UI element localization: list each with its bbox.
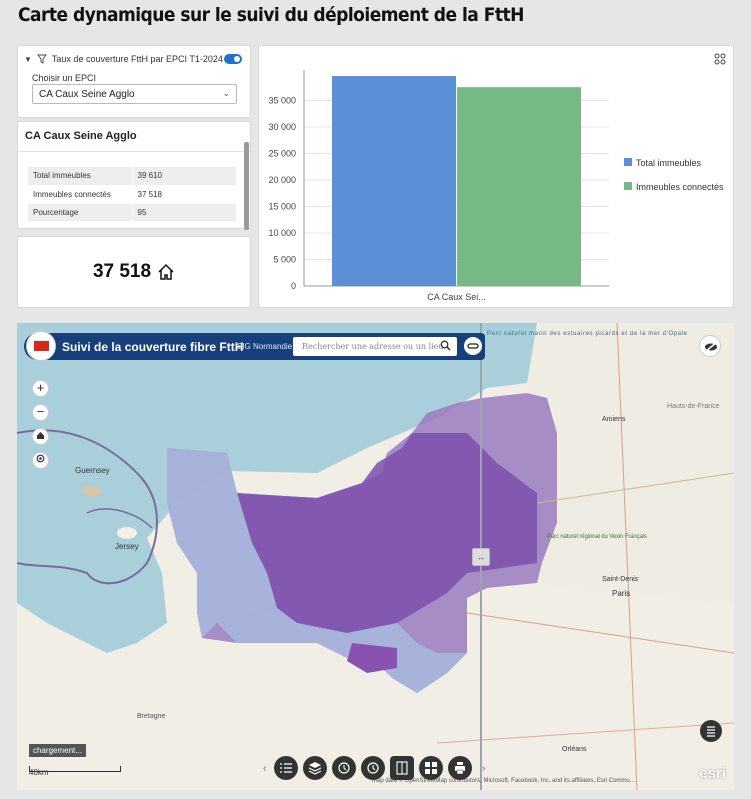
loading-indicator: chargement... [29, 744, 86, 757]
epci-details-panel: CA Caux Seine Agglo Total immeubles 39 6… [17, 121, 251, 230]
locate-button[interactable] [32, 452, 49, 469]
row-label: Immeubles connectés [28, 185, 133, 204]
layers-icon [308, 762, 322, 775]
y-tick-label: 5 000 [273, 255, 296, 265]
y-tick-label: 15 000 [268, 202, 296, 212]
table-row: Pourcentage 95 [28, 203, 236, 222]
chevron-down-icon: ⌄ [222, 88, 230, 98]
swipe-icon [396, 761, 408, 775]
filter-icon [37, 54, 47, 64]
row-value: 37 518 [132, 185, 236, 204]
app-title: Suivi de la couverture fibre FttH [62, 340, 244, 354]
x-tick-label: CA Caux Sei... [427, 292, 486, 302]
map-label-vexin: Parc naturel régional du Vexin Français [547, 534, 647, 540]
page: Carte dynamique sur le suivi du déploiem… [0, 0, 751, 799]
y-tick-label: 35 000 [268, 96, 296, 106]
history-icon [338, 762, 350, 774]
filter-toggle[interactable] [224, 54, 242, 64]
zoom-in-button[interactable]: + [32, 380, 49, 397]
legend-label[interactable]: Immeubles connectés [636, 182, 724, 192]
y-tick-label: 10 000 [268, 228, 296, 238]
map-label-paris: Paris [612, 589, 630, 598]
row-value: 95 [132, 203, 236, 222]
map-label-hauts-de-france: Hauts-de-France [667, 403, 720, 410]
search-icon[interactable] [440, 340, 451, 351]
connected-count: 37 518 [18, 261, 250, 283]
epci-select[interactable]: CA Caux Seine Agglo ⌄ [32, 84, 237, 104]
table-row: Total immeubles 39 610 [28, 167, 236, 186]
grid-menu-icon[interactable] [714, 53, 726, 65]
epci-details-title: CA Caux Seine Agglo [18, 122, 250, 152]
map-label-somme: Parc naturel marin des estuaires picards… [487, 331, 688, 337]
history-button[interactable] [361, 756, 385, 780]
table-row: Immeubles connectés 37 518 [28, 185, 236, 204]
row-label: Total immeubles [28, 167, 133, 186]
connected-count-value: 37 518 [92, 261, 152, 282]
layer-list-icon [280, 763, 292, 773]
legend-button[interactable] [700, 720, 722, 742]
locate-icon [36, 454, 45, 463]
page-title: Carte dynamique sur le suivi du déploiem… [18, 4, 524, 26]
toolbar-next-arrow[interactable]: › [482, 763, 485, 774]
map-label-saint-denis: Saint-Denis [602, 576, 639, 583]
grid-view-button[interactable] [419, 756, 443, 780]
map-canvas: Guernsey Jersey Bretagne Paris Saint-Den… [17, 323, 734, 790]
y-tick-label: 25 000 [268, 149, 296, 159]
home-icon [37, 432, 44, 439]
map-label-guernsey: Guernsey [75, 466, 110, 475]
scale-bar: 40km [29, 766, 119, 777]
filter-label: Taux de couverture FttH par EPCI T1-2024 [51, 54, 223, 64]
bar-chart: 0 5 000 10 000 15 000 20 000 25 000 30 000 35 0… [268, 70, 724, 302]
bar-1[interactable] [457, 87, 581, 286]
epci-select-label: Choisir un EPCI [32, 73, 97, 83]
connected-count-panel: 37 518 [17, 236, 251, 308]
time-slider-button[interactable] [332, 756, 356, 780]
filter-header[interactable]: ▼ Taux de couverture FttH par EPCI T1-20… [24, 54, 223, 64]
swipe-handle[interactable]: ↔ [472, 548, 490, 566]
bottom-toolbar [274, 754, 472, 782]
row-value: 39 610 [132, 167, 236, 186]
print-icon [455, 762, 465, 775]
search-placeholder: Rechercher une adresse ou un lieu [302, 342, 444, 351]
zoom-out-button[interactable]: − [32, 404, 49, 421]
map-label-bretagne: Bretagne [137, 713, 166, 720]
clock-icon [367, 762, 379, 774]
filter-panel: ▼ Taux de couverture FttH par EPCI T1-20… [17, 45, 251, 118]
layer-list-button[interactable] [274, 756, 298, 780]
home-icon [158, 263, 174, 280]
collapse-caret-icon[interactable]: ▼ [24, 55, 32, 64]
legend-swatch [624, 182, 632, 190]
legend-label[interactable]: Total immeubles [636, 158, 702, 168]
bar-0[interactable] [332, 76, 456, 286]
print-button[interactable] [448, 756, 472, 780]
epci-select-value: CA Caux Seine Agglo [39, 89, 135, 100]
map-label-orleans: Orléans [562, 746, 587, 753]
map-label-amiens: Amiens [602, 416, 626, 423]
app-subtitle: SIG Normandie [237, 342, 293, 351]
grid-icon [425, 762, 437, 774]
toolbar-prev-arrow[interactable]: ‹ [263, 763, 266, 774]
search-input[interactable]: Rechercher une adresse ou un lieu [293, 337, 457, 356]
swipe-button[interactable] [390, 756, 414, 780]
eye-off-icon [704, 341, 718, 353]
basemap-button[interactable] [303, 756, 327, 780]
region-logo [26, 331, 56, 361]
y-tick-label: 20 000 [268, 175, 296, 185]
toggle-visibility-button[interactable] [699, 335, 721, 357]
legend-swatch [624, 158, 632, 166]
list-icon [707, 726, 715, 737]
home-button[interactable] [32, 428, 49, 445]
map-view[interactable]: Guernsey Jersey Bretagne Paris Saint-Den… [17, 323, 734, 790]
esri-logo: esri [699, 765, 726, 782]
epci-details-table: Total immeubles 39 610 Immeubles connect… [28, 167, 236, 222]
chart-panel: 0 5 000 10 000 15 000 20 000 25 000 30 000 35 0… [258, 45, 734, 308]
app-header: Suivi de la couverture fibre FttH SIG No… [24, 331, 485, 361]
y-tick-label: 30 000 [268, 122, 296, 132]
row-label: Pourcentage [28, 203, 133, 222]
share-link-button[interactable] [464, 337, 482, 355]
link-icon [467, 343, 479, 349]
y-tick-label: 0 [291, 281, 296, 291]
details-scrollbar[interactable] [244, 142, 249, 230]
map-label-jersey: Jersey [115, 542, 139, 551]
